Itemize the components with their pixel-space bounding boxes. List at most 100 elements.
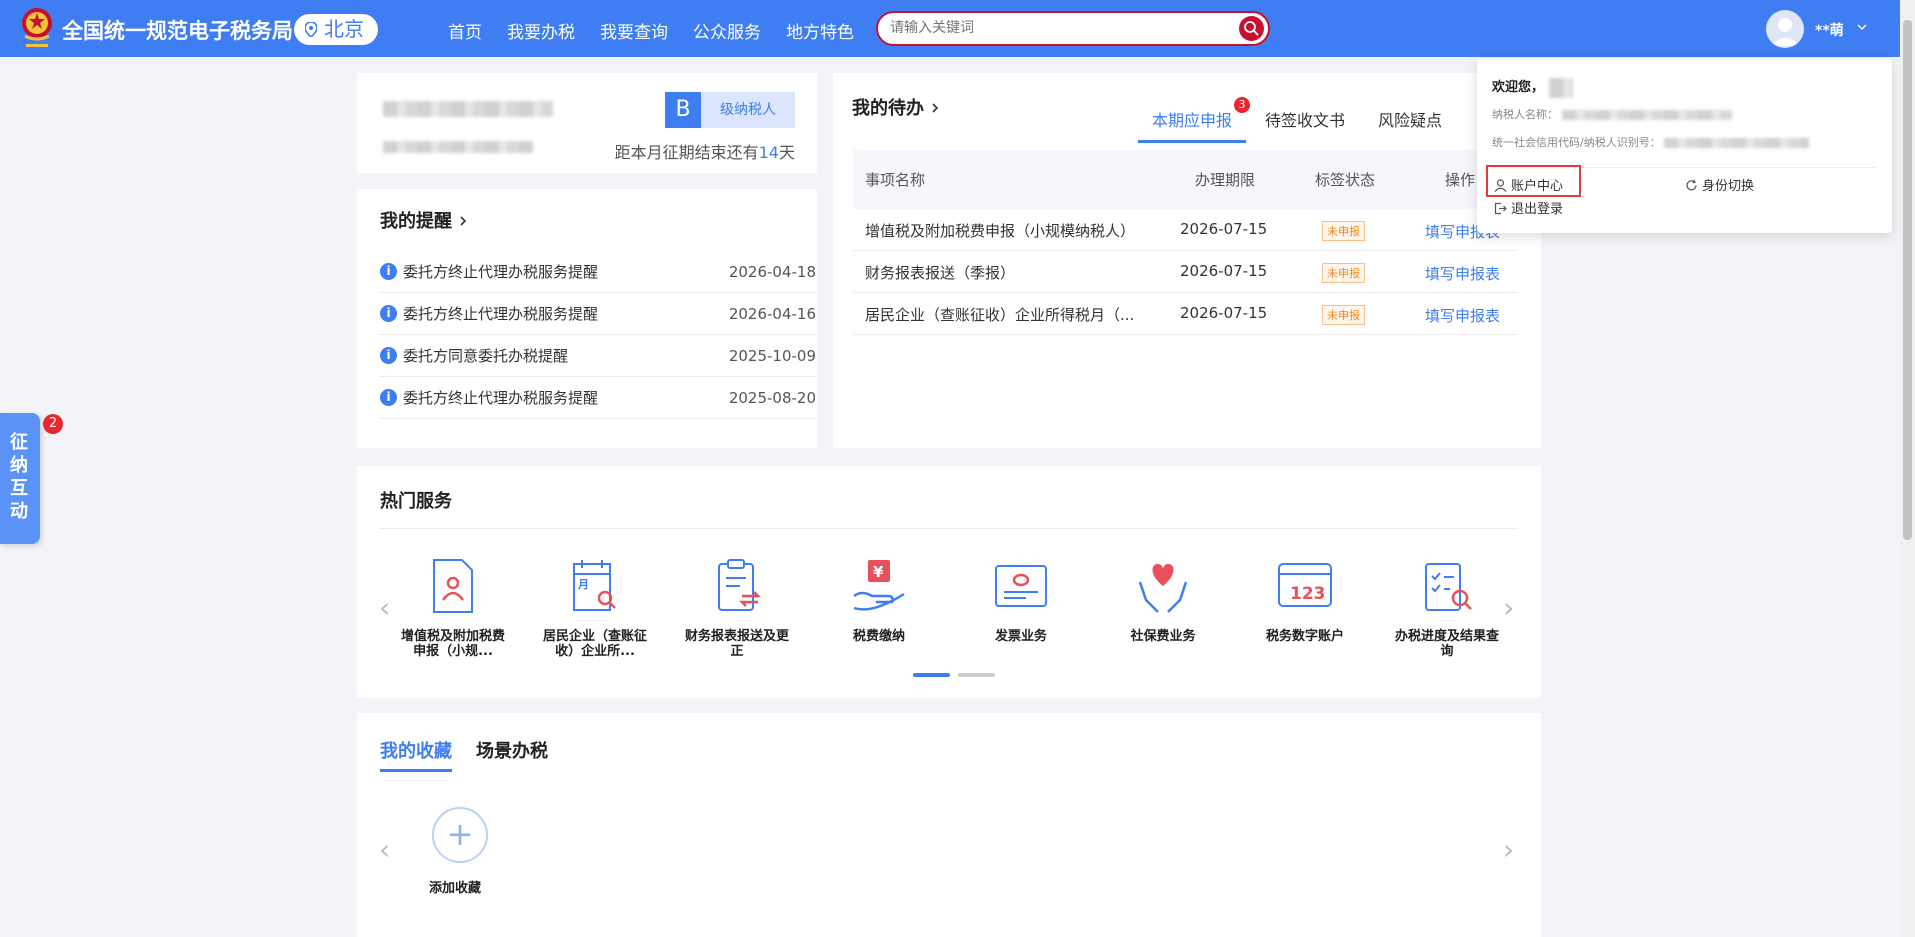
search-box — [876, 11, 1270, 46]
deadline-text: 距本月征期结束还有14天 — [614, 143, 795, 162]
page-scrollbar[interactable] — [1900, 0, 1915, 937]
switch-identity-menu-item[interactable]: 身份切换 — [1685, 175, 1754, 194]
service-digital-account[interactable]: 123 税务数字账户 — [1249, 556, 1361, 659]
taxpayer-card: B 级纳税人 距本月征期结束还有14天 — [357, 73, 817, 173]
reminders-card: 我的提醒 i 委托方终止代理办税服务提醒 2026-04-18 i 委托方终止代理办税… — [357, 189, 817, 448]
user-name-redacted — [1548, 77, 1573, 98]
search-input[interactable] — [890, 20, 1210, 36]
carousel-pagination — [913, 673, 995, 677]
tab-pending-documents[interactable]: 待签收文书 — [1265, 107, 1345, 143]
tax-emblem-logo[interactable] — [20, 6, 54, 50]
svg-text:123: 123 — [1290, 584, 1326, 604]
reminder-item[interactable]: i 委托方同意委托办税提醒 2025-10-09 — [380, 335, 816, 377]
nav-query[interactable]: 我要查询 — [600, 18, 668, 43]
hot-services-card: 热门服务 ‹ › 增值税及附加税费申报（小规... 月 居民企业（查账征收）企业… — [357, 466, 1541, 698]
clipboard-exchange-icon — [718, 559, 762, 611]
logout-menu-item[interactable]: 退出登录 — [1494, 198, 1563, 217]
city-label: 北京 — [324, 17, 364, 41]
svg-text:月: 月 — [577, 578, 589, 591]
carousel-next-icon[interactable]: › — [1503, 591, 1514, 624]
search-icon — [1244, 21, 1259, 36]
reminder-item[interactable]: i 委托方终止代理办税服务提醒 2026-04-18 — [380, 251, 816, 293]
carousel-prev-icon[interactable]: ‹ — [379, 591, 390, 624]
taxpayer-name-redacted — [383, 101, 553, 117]
user-silhouette-icon — [1771, 18, 1799, 46]
fill-declaration-link[interactable]: 填写申报表 — [1425, 305, 1500, 326]
favorites-tabs: 我的收藏 场景办税 — [380, 737, 548, 772]
table-row: 财务报表报送（季报） 2026-07-15 未申报 填写申报表 — [853, 251, 1517, 293]
hot-services-title: 热门服务 — [380, 491, 452, 512]
carousel-dot-active[interactable] — [913, 673, 950, 677]
divider — [380, 528, 1518, 529]
nav-home[interactable]: 首页 — [448, 18, 482, 43]
service-enterprise-income-tax[interactable]: 月 居民企业（查账征收）企业所... — [539, 556, 651, 659]
level-letter: B — [665, 92, 701, 128]
taxpayer-level-tag: B 级纳税人 — [665, 92, 795, 128]
chevron-right-icon — [932, 103, 939, 113]
service-social-security[interactable]: 社保费业务 — [1107, 556, 1219, 659]
nav-local-feature[interactable]: 地方特色 — [786, 18, 854, 43]
tab-my-favorites[interactable]: 我的收藏 — [380, 737, 452, 772]
service-vat-declaration[interactable]: 增值税及附加税费申报（小规... — [397, 556, 509, 659]
status-badge: 未申报 — [1322, 221, 1365, 241]
favorites-prev-icon[interactable]: ‹ — [379, 833, 390, 866]
todo-table-header: 事项名称 办理期限 标签状态 操作 — [853, 150, 1517, 209]
account-center-highlight — [1486, 165, 1581, 197]
table-row: 增值税及附加税费申报（小规模纳税人） 2026-07-15 未申报 填写申报表 — [853, 209, 1517, 251]
reminders-title[interactable]: 我的提醒 — [380, 207, 468, 233]
tab-risk-doubts[interactable]: 风险疑点 — [1378, 107, 1442, 143]
float-tab-label: 征纳互动 — [10, 432, 28, 522]
chevron-down-icon[interactable] — [1856, 22, 1868, 32]
location-pin-icon — [305, 22, 317, 37]
tab-current-declaration[interactable]: 本期应申报 3 — [1138, 97, 1251, 143]
credit-code-value-redacted — [1664, 138, 1810, 148]
table-row: 居民企业（查账征收）企业所得税月（... 2026-07-15 未申报 填写申报… — [853, 293, 1517, 335]
carousel-dot[interactable] — [958, 673, 995, 677]
taxpayer-name-line: 纳税人名称： — [1492, 106, 1732, 122]
reminder-item[interactable]: i 委托方终止代理办税服务提醒 2026-04-16 — [380, 293, 816, 335]
fill-declaration-link[interactable]: 填写申报表 — [1425, 263, 1500, 284]
user-dropdown-menu: 欢迎您， 纳税人名称： 统一社会信用代码/纳税人识别号： 账户中心 身份切换 退… — [1477, 58, 1892, 233]
nav-handle-tax[interactable]: 我要办税 — [507, 18, 575, 43]
status-badge: 未申报 — [1322, 305, 1365, 325]
info-icon: i — [380, 305, 397, 322]
interaction-float-tab[interactable]: 征纳互动 — [0, 413, 40, 544]
calendar-search-icon: 月 — [573, 560, 616, 611]
service-financial-report[interactable]: 财务报表报送及更正 — [681, 556, 793, 659]
favorites-card: 我的收藏 场景办税 ‹ › + 添加收藏 — [357, 713, 1541, 937]
search-button[interactable] — [1239, 16, 1264, 41]
service-progress-query[interactable]: 办税进度及结果查询 — [1391, 556, 1503, 659]
status-badge: 未申报 — [1322, 263, 1365, 283]
city-selector[interactable]: 北京 — [294, 14, 378, 45]
taxpayer-name-value-redacted — [1561, 110, 1732, 120]
info-icon: i — [380, 347, 397, 364]
user-name[interactable]: **萌 — [1815, 20, 1844, 40]
deadline-days: 14 — [758, 143, 779, 162]
main-nav: 首页 我要办税 我要查询 公众服务 地方特色 — [448, 18, 854, 43]
tab-scenario-tax[interactable]: 场景办税 — [476, 737, 548, 772]
top-header: 全国统一规范电子税务局 北京 首页 我要办税 我要查询 公众服务 地方特色 **… — [0, 0, 1900, 57]
todo-card: 我的待办 本期应申报 3 待签收文书 风险疑点 事项名称 办理期限 标签状态 操… — [833, 73, 1541, 448]
reminder-list: i 委托方终止代理办税服务提醒 2026-04-18 i 委托方终止代理办税服务提醒 2… — [380, 251, 816, 419]
checklist-search-icon — [1425, 563, 1472, 611]
reminder-item[interactable]: i 委托方终止代理办税服务提醒 2025-08-20 — [380, 377, 816, 419]
add-favorite-button[interactable]: + — [432, 807, 488, 863]
notification-badge: 2 — [43, 414, 63, 434]
level-label: 级纳税人 — [701, 92, 795, 128]
nav-public-service[interactable]: 公众服务 — [693, 18, 761, 43]
favorites-next-icon[interactable]: › — [1503, 833, 1514, 866]
refresh-icon — [1686, 179, 1697, 191]
todo-title[interactable]: 我的待办 — [852, 94, 940, 120]
taxpayer-id-redacted — [383, 141, 533, 153]
credit-code-line: 统一社会信用代码/纳税人识别号： — [1492, 134, 1810, 150]
scrollbar-thumb[interactable] — [1903, 20, 1912, 540]
service-invoice[interactable]: 发票业务 — [965, 556, 1077, 659]
welcome-text: 欢迎您， — [1492, 76, 1573, 98]
site-title[interactable]: 全国统一规范电子税务局 — [62, 15, 293, 45]
service-list: 增值税及附加税费申报（小规... 月 居民企业（查账征收）企业所... 财务报表… — [397, 556, 1503, 659]
service-tax-payment[interactable]: ¥ 税费缴纳 — [823, 556, 935, 659]
hands-heart-icon — [1138, 564, 1188, 613]
user-avatar[interactable] — [1766, 10, 1804, 48]
add-favorite-label: 添加收藏 — [429, 881, 482, 896]
tab-count-badge: 3 — [1234, 97, 1251, 113]
